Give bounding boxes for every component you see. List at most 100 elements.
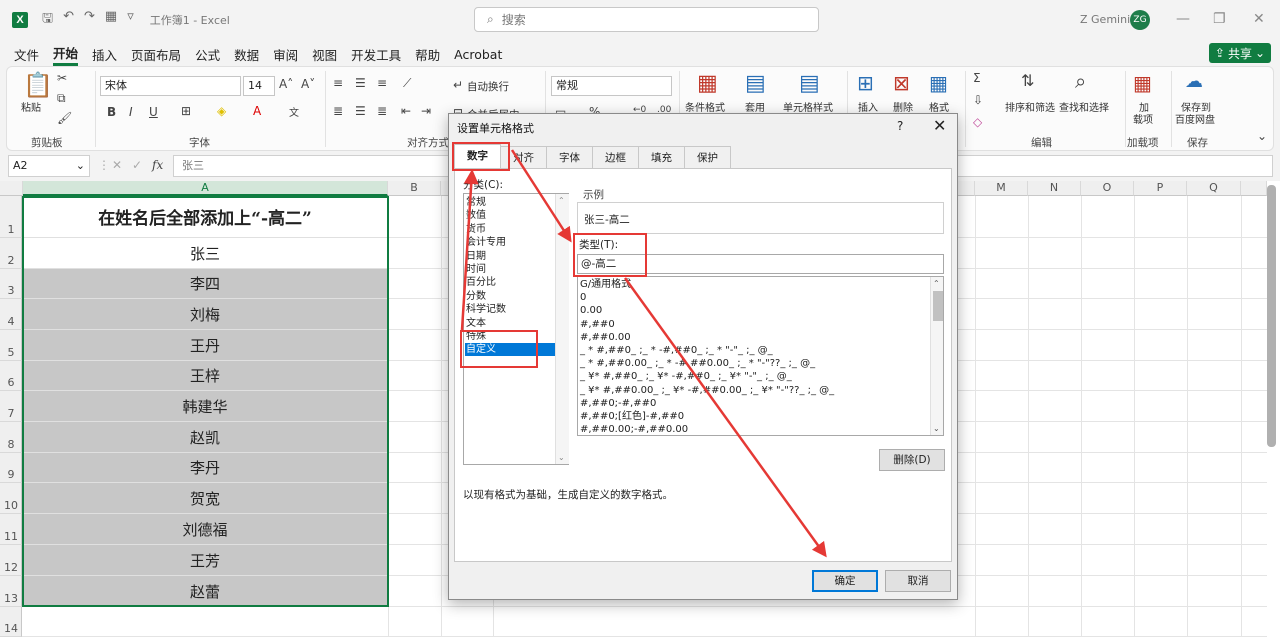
format-code-item[interactable]: _ ¥* #,##0_ ;_ ¥* -#,##0_ ;_ ¥* "-"_ ;_ …: [580, 370, 792, 383]
scroll-thumb[interactable]: [933, 291, 943, 321]
undo-icon[interactable]: ↶: [63, 9, 74, 31]
ok-button[interactable]: 确定: [812, 570, 878, 592]
save-baidu-line2[interactable]: 百度网盘: [1175, 111, 1215, 126]
conditional-format-icon[interactable]: ▦: [697, 71, 718, 96]
row-header-2[interactable]: 2: [0, 238, 22, 269]
format-code-item[interactable]: #,##0: [580, 318, 615, 331]
scroll-down-icon[interactable]: ⌄: [558, 453, 565, 462]
sort-filter-button[interactable]: 排序和筛选: [1005, 99, 1055, 114]
bold-icon[interactable]: B: [107, 105, 116, 119]
format-code-item[interactable]: 0.00: [580, 304, 602, 317]
format-code-item[interactable]: #,##0;[红色]-#,##0: [580, 410, 684, 423]
tab-protection[interactable]: 保护: [684, 146, 731, 168]
tab-developer[interactable]: 开发工具: [351, 45, 401, 64]
row-header-4[interactable]: 4: [0, 299, 22, 330]
category-item[interactable]: 货币: [465, 223, 555, 236]
row-header-10[interactable]: 10: [0, 483, 22, 514]
delete-cells-icon[interactable]: ⊠: [893, 71, 910, 95]
row-header-13[interactable]: 13: [0, 576, 22, 607]
align-top-icon[interactable]: ≡: [333, 76, 343, 90]
category-list[interactable]: 常规 数值 货币 会计专用 日期 时间 百分比 分数 科学记数 文本 特殊 自定义 ⌃ ⌄: [463, 193, 569, 465]
row-header-9[interactable]: 9: [0, 453, 22, 483]
insert-cells-icon[interactable]: ⊞: [857, 71, 874, 95]
cell-style-icon[interactable]: ▤: [799, 71, 820, 96]
category-item[interactable]: 科学记数: [465, 303, 555, 316]
format-code-item[interactable]: _ ¥* #,##0.00_ ;_ ¥* -#,##0.00_ ;_ ¥* "-…: [580, 384, 834, 397]
paste-button[interactable]: 粘贴: [21, 99, 41, 114]
category-item[interactable]: 百分比: [465, 276, 555, 289]
indent-decrease-icon[interactable]: ⇤: [401, 104, 411, 118]
format-code-item[interactable]: #,##0.00;-#,##0.00: [580, 423, 688, 435]
minimize-icon[interactable]: —: [1176, 11, 1190, 27]
enter-icon[interactable]: ✓: [132, 158, 142, 172]
row-header-7[interactable]: 7: [0, 391, 22, 422]
close-window-icon[interactable]: ✕: [1253, 11, 1265, 27]
scroll-down-icon[interactable]: ⌄: [933, 424, 940, 433]
format-cells-icon[interactable]: ▦: [929, 71, 948, 95]
tab-data[interactable]: 数据: [234, 45, 259, 64]
italic-icon[interactable]: I: [129, 105, 133, 119]
addins-button-line2[interactable]: 载项: [1133, 111, 1153, 126]
tab-home[interactable]: 开始: [53, 43, 79, 66]
underline-icon[interactable]: U: [149, 105, 158, 119]
column-header-o[interactable]: O: [1081, 181, 1134, 196]
customize-qa-icon[interactable]: ▿: [127, 9, 134, 31]
align-bottom-icon[interactable]: ≡: [377, 76, 387, 90]
column-header[interactable]: [1241, 181, 1267, 196]
row-header-12[interactable]: 12: [0, 545, 22, 576]
column-header-a[interactable]: A: [23, 181, 388, 196]
align-right-icon[interactable]: ≣: [377, 104, 387, 118]
border-icon[interactable]: ⊞: [181, 104, 191, 118]
format-code-list[interactable]: G/通用格式 0 0.00 #,##0 #,##0.00 _ * #,##0_ ;_ * …: [577, 276, 944, 436]
search-input[interactable]: ⌕ 搜索: [474, 7, 819, 32]
format-button[interactable]: 格式: [929, 99, 949, 114]
align-middle-icon[interactable]: ☰: [355, 76, 366, 90]
category-item[interactable]: 分数: [465, 290, 555, 303]
insert-function-icon[interactable]: fx: [152, 158, 163, 172]
font-color-icon[interactable]: A: [253, 104, 261, 118]
delete-format-button[interactable]: 删除(D): [879, 449, 945, 471]
category-scrollbar[interactable]: ⌃ ⌄: [555, 194, 569, 464]
save-icon[interactable]: 🖫: [42, 9, 53, 31]
category-item[interactable]: 日期: [465, 250, 555, 263]
column-header-n[interactable]: N: [1028, 181, 1081, 196]
wrap-text-icon[interactable]: ↵: [453, 78, 463, 92]
tab-help[interactable]: 帮助: [415, 45, 440, 64]
tab-formulas[interactable]: 公式: [195, 45, 220, 64]
shrink-font-icon[interactable]: A˅: [301, 77, 315, 91]
addins-icon[interactable]: ▦: [1133, 71, 1152, 95]
align-center-icon[interactable]: ☰: [355, 104, 366, 118]
tab-view[interactable]: 视图: [312, 45, 337, 64]
format-code-item[interactable]: #,##0.00: [580, 331, 631, 344]
format-code-item[interactable]: #,##0;-#,##0: [580, 397, 656, 410]
format-code-item[interactable]: G/通用格式: [580, 278, 631, 291]
align-left-icon[interactable]: ≣: [333, 104, 343, 118]
row-header-14[interactable]: 14: [0, 607, 22, 637]
format-list-scrollbar[interactable]: ⌃ ⌄: [930, 277, 943, 435]
autosum-icon[interactable]: Σ: [973, 71, 981, 85]
cancel-button[interactable]: 取消: [885, 570, 951, 592]
restore-icon[interactable]: ❐: [1213, 11, 1226, 27]
clear-icon[interactable]: ◇: [973, 115, 982, 129]
paste-icon[interactable]: 📋: [23, 71, 53, 99]
tab-font[interactable]: 字体: [546, 146, 593, 168]
tab-review[interactable]: 审阅: [273, 45, 298, 64]
category-item[interactable]: 常规: [465, 196, 555, 209]
category-item[interactable]: 文本: [465, 317, 555, 330]
apply-table-button[interactable]: 套用: [745, 99, 765, 114]
table-format-icon[interactable]: ▤: [745, 71, 766, 96]
number-format-select[interactable]: 常规: [551, 76, 672, 96]
copy-icon[interactable]: ⧉: [57, 91, 66, 106]
row-header-5[interactable]: 5: [0, 330, 22, 361]
row-header-8[interactable]: 8: [0, 422, 22, 453]
share-button[interactable]: ⇪ 共享 ⌄: [1209, 43, 1271, 63]
grow-font-icon[interactable]: A˄: [279, 77, 293, 91]
row-header-1[interactable]: 1: [0, 196, 22, 238]
column-header-q[interactable]: Q: [1187, 181, 1241, 196]
row-header-6[interactable]: 6: [0, 361, 22, 391]
cell-style-button[interactable]: 单元格样式: [783, 99, 833, 114]
fill-icon[interactable]: ⇩: [973, 93, 983, 107]
tab-file[interactable]: 文件: [14, 45, 39, 64]
tab-insert[interactable]: 插入: [92, 45, 117, 64]
category-item[interactable]: 数值: [465, 209, 555, 222]
